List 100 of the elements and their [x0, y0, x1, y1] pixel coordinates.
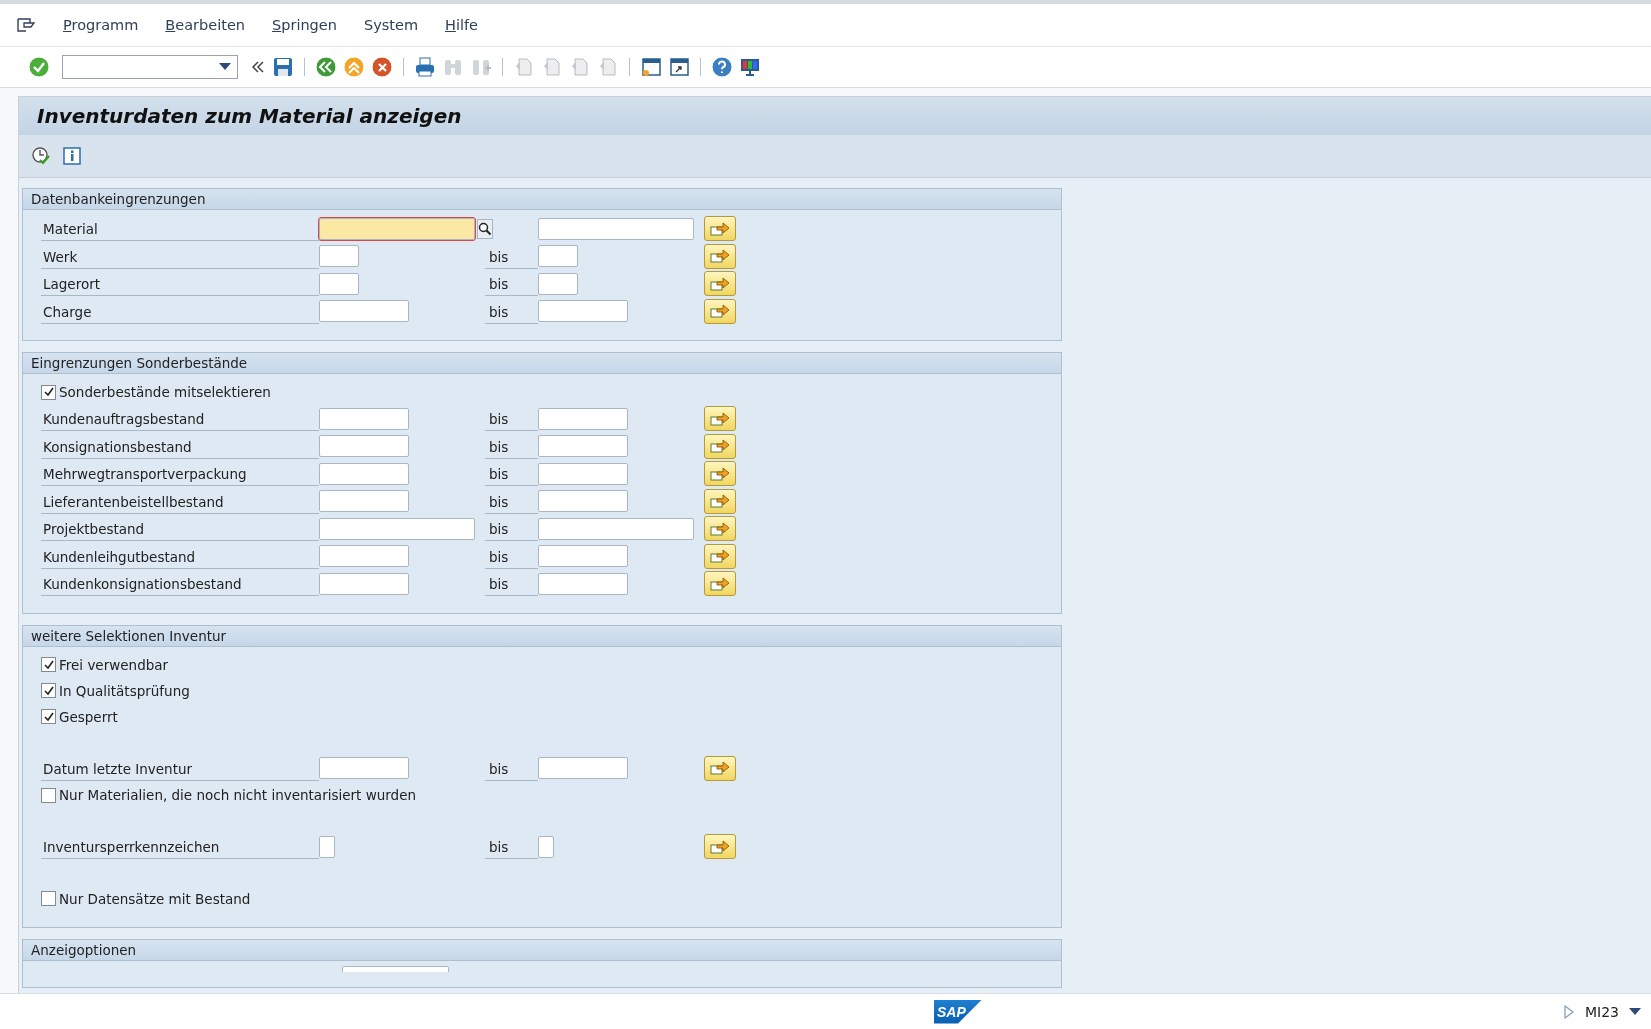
search-help-button[interactable]: [477, 218, 493, 239]
from-field[interactable]: [319, 545, 409, 568]
info-icon[interactable]: [63, 147, 81, 165]
to-field[interactable]: [538, 245, 578, 268]
from-field[interactable]: [319, 245, 359, 268]
menu-item[interactable]: System: [363, 17, 418, 33]
field-label: Charge: [41, 298, 319, 324]
menu-icon[interactable]: [16, 17, 36, 33]
dropdown-caret-icon[interactable]: [1629, 1007, 1641, 1016]
from-field[interactable]: [319, 462, 409, 485]
to-field[interactable]: [538, 272, 578, 295]
field-label: Datum letzte Inventur: [41, 755, 319, 781]
to-field[interactable]: [538, 407, 628, 430]
arrow-icon: [710, 275, 730, 292]
to-field[interactable]: [538, 757, 628, 780]
arrow-icon: [710, 520, 730, 537]
to-field[interactable]: [538, 490, 628, 513]
search-icon: [478, 221, 492, 236]
to-field[interactable]: [538, 517, 694, 540]
sap-logo: SAP: [934, 999, 982, 1024]
arrow-icon: [710, 575, 730, 592]
from-field[interactable]: [319, 835, 335, 858]
to-field[interactable]: [538, 572, 628, 595]
from-field[interactable]: [319, 572, 409, 595]
cancel-icon[interactable]: [371, 56, 393, 78]
multiple-selection-button[interactable]: [704, 461, 736, 487]
checkbox[interactable]: [41, 787, 56, 803]
multiple-selection-button[interactable]: [704, 298, 736, 324]
from-field[interactable]: [319, 407, 409, 430]
multiple-selection-button[interactable]: [704, 243, 736, 269]
arrow-icon: [710, 760, 730, 777]
multiple-selection-button[interactable]: [704, 543, 736, 569]
command-field[interactable]: [62, 55, 238, 79]
arrow-icon: [710, 303, 730, 320]
from-field[interactable]: [319, 517, 475, 540]
shortcut-window-icon[interactable]: [668, 56, 690, 78]
multiple-selection-button[interactable]: [704, 834, 736, 860]
field-label: Lagerort: [41, 271, 319, 297]
new-window-icon[interactable]: [640, 56, 662, 78]
from-field[interactable]: [319, 757, 409, 780]
checkbox[interactable]: [41, 891, 56, 906]
menu-item[interactable]: Springen: [272, 17, 337, 33]
multiple-selection-button[interactable]: [704, 516, 736, 542]
field-label: Lieferantenbeistellbestand: [41, 488, 319, 514]
field-label: Inventursperrkennzeichen: [41, 834, 319, 860]
field-label: Werk: [41, 243, 319, 269]
arrow-icon: [710, 410, 730, 427]
checkbox-label: Frei verwendbar: [59, 656, 169, 673]
checkbox-label: In Qualitätsprüfung: [59, 682, 190, 699]
checkbox[interactable]: [41, 384, 56, 400]
multiple-selection-button[interactable]: [704, 216, 736, 242]
arrow-icon: [710, 548, 730, 565]
arrow-icon: [710, 493, 730, 510]
triangle-right-icon[interactable]: [1562, 1003, 1575, 1020]
arrow-icon: [710, 248, 730, 265]
monitor-icon[interactable]: [739, 56, 761, 78]
dropdown-caret-icon[interactable]: [219, 63, 231, 71]
arrow-icon: [710, 220, 730, 237]
checkbox-label: Sonderbestände mitselektieren: [59, 384, 271, 400]
from-field[interactable]: [319, 217, 475, 240]
multiple-selection-button[interactable]: [704, 406, 736, 432]
section-title: weitere Selektionen Inventur: [23, 625, 1061, 647]
multiple-selection-button[interactable]: [704, 488, 736, 514]
exit-icon[interactable]: [343, 56, 365, 78]
transaction-code: MI23: [1584, 1003, 1619, 1020]
to-field[interactable]: [538, 545, 628, 568]
help-icon[interactable]: [711, 56, 733, 78]
from-field[interactable]: [319, 435, 409, 458]
clock-check-icon[interactable]: [31, 146, 51, 166]
checkbox[interactable]: [41, 683, 56, 698]
to-field[interactable]: [538, 435, 628, 458]
checkbox[interactable]: [41, 709, 56, 724]
menu-item[interactable]: Programm: [63, 17, 139, 33]
to-field[interactable]: [538, 217, 694, 240]
multiple-selection-button[interactable]: [704, 755, 736, 781]
double-chevron-left-icon[interactable]: [250, 59, 266, 75]
from-field[interactable]: [319, 490, 409, 513]
checkbox[interactable]: [41, 657, 56, 672]
section-title: Datenbankeingrenzungen: [23, 189, 1061, 210]
section-title: Eingrenzungen Sonderbestände: [23, 353, 1061, 374]
checkbox-label: Nur Datensätze mit Bestand: [59, 890, 251, 907]
save-icon[interactable]: [272, 56, 294, 78]
arrow-icon: [710, 465, 730, 482]
menu-item[interactable]: Bearbeiten: [165, 17, 245, 33]
enter-check-icon[interactable]: [28, 56, 50, 78]
field-label: Mehrwegtransportverpackung: [41, 461, 319, 487]
back-icon[interactable]: [315, 56, 337, 78]
print-icon[interactable]: [414, 56, 436, 78]
multiple-selection-button[interactable]: [704, 571, 736, 597]
to-field[interactable]: [538, 835, 554, 858]
to-field[interactable]: [538, 300, 628, 323]
multiple-selection-button[interactable]: [704, 433, 736, 459]
multiple-selection-button[interactable]: [704, 271, 736, 297]
from-field[interactable]: [319, 300, 409, 323]
to-field[interactable]: [538, 462, 628, 485]
field-label: Kundenleihgutbestand: [41, 543, 319, 569]
field-label: Kundenauftragsbestand: [41, 406, 319, 432]
screen-title: Inventurdaten zum Material anzeigen: [19, 97, 1651, 135]
menu-item[interactable]: Hilfe: [445, 17, 478, 33]
from-field[interactable]: [319, 272, 359, 295]
